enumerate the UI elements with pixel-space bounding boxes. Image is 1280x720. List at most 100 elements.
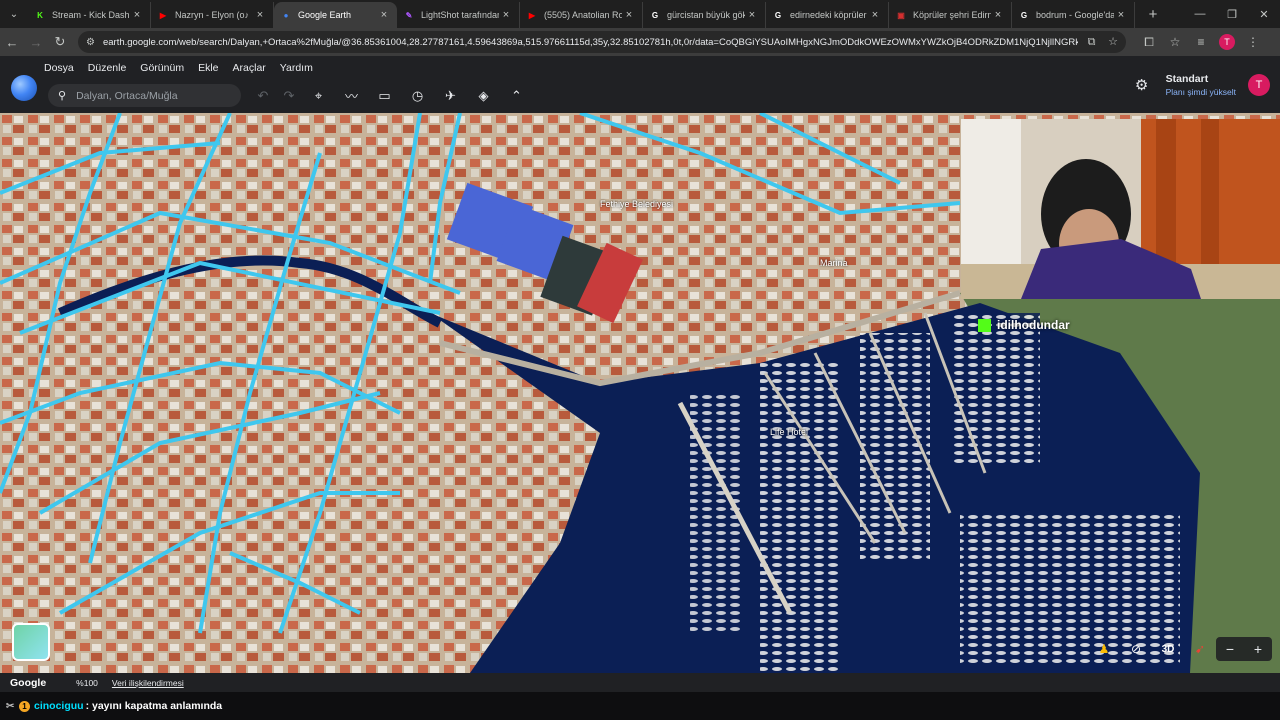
zoom-controls: − + <box>1216 637 1272 661</box>
chat-username: cinociguu <box>34 700 84 712</box>
placemark-icon[interactable]: ⌖ <box>302 88 335 104</box>
undo-icon[interactable]: ↶ <box>250 88 276 104</box>
collapse-toolbar-icon[interactable]: ⌃ <box>500 88 533 104</box>
tab-favicon-icon: G <box>651 10 659 20</box>
tab-title: Google Earth <box>298 10 352 20</box>
streamer-name-tag: idilhodundar <box>978 318 1070 332</box>
close-tab-icon[interactable]: × <box>130 9 144 21</box>
browser-tab[interactable]: ▶ (5505) Anatolian Roc...× <box>520 2 643 28</box>
close-tab-icon[interactable]: × <box>991 9 1005 21</box>
toggle-3d-button[interactable]: 3D <box>1152 644 1184 655</box>
browser-tab[interactable]: Gedirnedeki köprüler ... × <box>766 2 889 28</box>
map-label-marina[interactable]: Marina <box>820 258 848 268</box>
maximize-icon[interactable]: ❐ <box>1216 8 1248 21</box>
tab-title: gürcistan büyük gök... <box>667 10 745 20</box>
historical-imagery-icon[interactable]: ◷ <box>401 88 434 104</box>
google-earth-logo[interactable] <box>11 75 37 101</box>
map-label-hotel[interactable]: Life Hotel <box>770 427 808 437</box>
data-attribution-link[interactable]: Veri ilişkilendirmesi <box>112 678 184 688</box>
stream-chat-overlay: ✂ 1 cinociguu : yayını kapatma anlamında <box>0 692 1280 720</box>
back-icon[interactable]: ← <box>0 35 24 50</box>
tab-audio-icon[interactable]: ♪ <box>245 10 250 20</box>
close-tab-icon[interactable]: × <box>1114 9 1128 21</box>
browser-menu-icon[interactable]: ⋮ <box>1240 35 1266 49</box>
menu-item[interactable]: Görünüm <box>140 62 184 74</box>
address-bar[interactable]: ⚙ earth.google.com/web/search/Dalyan,+Or… <box>78 31 1126 53</box>
minimize-icon[interactable]: — <box>1184 8 1216 20</box>
menu-item[interactable]: Ekle <box>198 62 218 74</box>
settings-gear-icon[interactable]: ⚙ <box>1128 76 1156 94</box>
menu-item[interactable]: Düzenle <box>88 62 127 74</box>
browser-tab[interactable]: ▣ Köprüler şehri Edirne × <box>889 2 1012 28</box>
earth-app-bar: Dosya Düzenle Görünüm Ekle Araçlar Yardım ⚲ D… <box>0 56 1280 113</box>
browser-tab[interactable]: ✎ LightShot tarafından ...× <box>397 2 520 28</box>
chat-message: : yayını kapatma anlamında <box>85 700 223 712</box>
path-icon[interactable]: 〰 <box>335 86 368 105</box>
close-tab-icon[interactable]: × <box>253 9 267 21</box>
tab-title: edirnedeki köprüler ... <box>790 10 868 20</box>
close-tab-icon[interactable]: × <box>622 9 636 21</box>
browser-tab[interactable]: Ggürcistan büyük gök...× <box>643 2 766 28</box>
media-control-icon[interactable]: ≡ <box>1188 35 1214 49</box>
earth-menu-bar: Dosya Düzenle Görünüm Ekle Araçlar Yardım <box>44 62 327 74</box>
menu-item[interactable]: Araçlar <box>233 62 266 74</box>
site-info-icon[interactable]: ⚙ <box>86 37 95 48</box>
bookmark-star-icon[interactable]: ☆ <box>1108 36 1118 48</box>
tab-favicon-icon: K <box>37 10 43 20</box>
satellite-icon[interactable]: ✈ <box>434 88 467 104</box>
tab-search-icon[interactable]: ⌄ <box>0 0 28 28</box>
browser-profile-avatar[interactable]: T <box>1219 34 1235 50</box>
new-tab-button[interactable]: + <box>1141 6 1165 23</box>
zoom-level: %100 <box>76 677 98 688</box>
map-style-icon[interactable]: ◈ <box>467 88 500 104</box>
map-controls: ♟ ⊘ 3D ➹ <box>1088 637 1216 661</box>
earth-search-input[interactable]: ⚲ Dalyan, Ortaca/Muğla <box>48 84 241 107</box>
plan-upgrade-link[interactable]: Planı şimdi yükselt <box>1166 87 1236 97</box>
search-icon: ⚲ <box>58 90 67 102</box>
redo-icon[interactable]: ↷ <box>276 88 302 104</box>
plan-info[interactable]: Standart Planı şimdi yükselt <box>1166 73 1236 97</box>
zoom-in-icon[interactable]: + <box>1244 637 1272 661</box>
zoom-out-icon[interactable]: − <box>1216 637 1244 661</box>
close-tab-icon[interactable]: × <box>377 9 391 21</box>
browser-toolbar: ← → ↻ ⚙ earth.google.com/web/search/Daly… <box>0 28 1280 56</box>
close-tab-icon[interactable]: × <box>868 9 882 21</box>
map-label-municipality[interactable]: Fethiye Belediyesi <box>600 199 673 209</box>
open-in-app-icon[interactable]: ⧉ <box>1088 36 1096 48</box>
forward-icon[interactable]: → <box>24 35 48 50</box>
tab-title: (5505) Anatolian Roc... <box>544 10 622 20</box>
map-layers-button[interactable] <box>12 623 50 661</box>
browser-tab[interactable]: ▶ Nazryn - Elyon (o... ♪ × <box>151 2 274 28</box>
streamer-name: idilhodundar <box>997 318 1070 332</box>
close-tab-icon[interactable]: × <box>499 9 513 21</box>
earth-profile-avatar[interactable]: T <box>1248 73 1270 96</box>
tab-favicon-icon: ● <box>283 10 289 20</box>
earth-status-bar: Google %100 Veri ilişkilendirmesi <box>0 673 1280 692</box>
ruler-icon[interactable]: ▭ <box>368 88 401 104</box>
street-view-pegman-icon[interactable]: ♟ <box>1088 642 1120 656</box>
compass-icon[interactable]: ➹ <box>1184 642 1216 656</box>
menu-item[interactable]: Dosya <box>44 62 74 74</box>
browser-tab-strip: ⌄ KStream - Kick Dashboard×▶Nazryn - Ely… <box>0 0 1280 28</box>
tab-favicon-icon: G <box>774 10 782 20</box>
search-placeholder: Dalyan, Ortaca/Muğla <box>76 89 178 102</box>
browser-tab[interactable]: ● Google Earth × <box>274 2 397 28</box>
window-controls: — ❐ ✕ <box>1184 0 1280 28</box>
earth-toolbar: ↶ ↷ ⌖ 〰 ▭ ◷ ✈ ◈ ⌃ <box>250 84 533 107</box>
moderator-badge-icon: ✂ <box>6 700 15 712</box>
close-tab-icon[interactable]: × <box>745 9 759 21</box>
url-text[interactable]: earth.google.com/web/search/Dalyan,+Orta… <box>103 37 1078 48</box>
tab-title: bodrum - Google'da ... <box>1036 10 1114 20</box>
browser-tab[interactable]: Gbodrum - Google'da ...× <box>1012 2 1135 28</box>
menu-item[interactable]: Yardım <box>280 62 313 74</box>
close-window-icon[interactable]: ✕ <box>1248 8 1280 21</box>
reload-icon[interactable]: ↻ <box>48 34 72 50</box>
recenter-icon[interactable]: ⊘ <box>1120 642 1152 656</box>
kick-logo-icon <box>978 318 991 332</box>
extensions-icon[interactable]: ⧠ <box>1136 35 1162 50</box>
streamer-webcam <box>961 119 1280 299</box>
browser-tab[interactable]: K Stream - Kick Dashboard× <box>28 2 151 28</box>
bookmark-icon[interactable]: ☆ <box>1162 35 1188 49</box>
tab-favicon-icon: ▣ <box>897 10 905 20</box>
tab-title: Nazryn - Elyon (o... <box>175 10 245 20</box>
